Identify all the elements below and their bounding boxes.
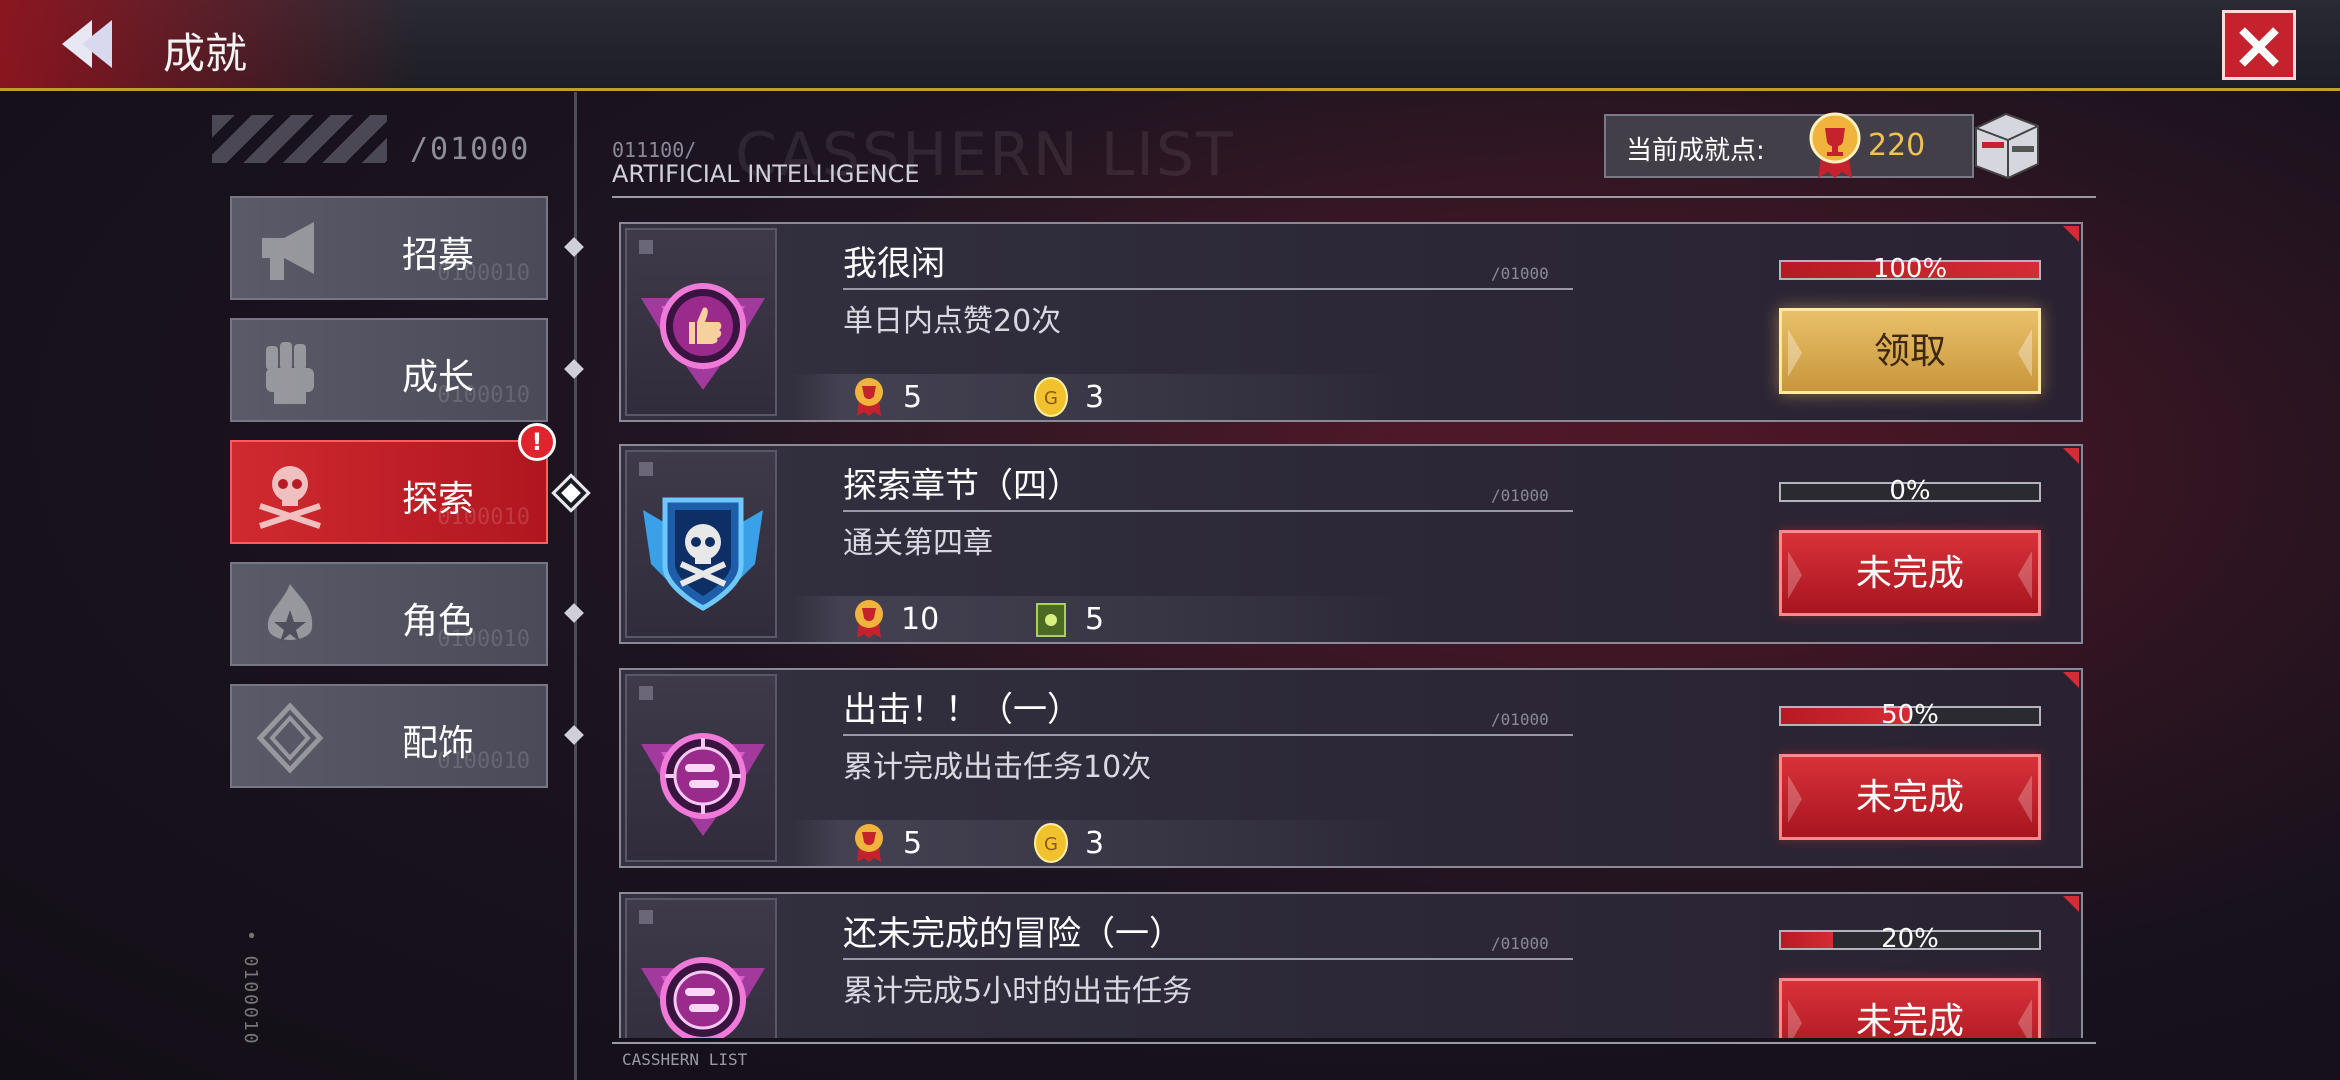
progress-text: 0% bbox=[1889, 476, 1931, 506]
skull-shield-badge-icon bbox=[643, 497, 763, 611]
achievement-card: 探索章节（四） /01000 通关第四章 10 5 0% 未完成 bbox=[619, 444, 2083, 644]
title-underline bbox=[843, 734, 1573, 736]
card-corner bbox=[2063, 448, 2079, 464]
achievement-title: 我很闲 bbox=[843, 244, 945, 284]
bullets-badge-icon bbox=[641, 733, 765, 836]
achievement-card: 还未完成的冒险（一） /01000 累计完成5小时的出击任务 20% 未完成 bbox=[619, 892, 2083, 1038]
achievement-title: 探索章节（四） bbox=[843, 466, 1081, 506]
achievement-description: 单日内点赞20次 bbox=[843, 304, 1062, 339]
reward-value: 5 bbox=[1085, 602, 1105, 637]
card-corner bbox=[2063, 226, 2079, 242]
incomplete-button[interactable]: 未完成 bbox=[1779, 754, 2041, 840]
achievement-card: 我很闲 /01000 单日内点赞20次 5 G 3 100% 领取 bbox=[619, 222, 2083, 422]
progress-text: 100% bbox=[1872, 254, 1948, 284]
achievement-title: 出击！！（一） bbox=[843, 690, 1081, 730]
achievement-description: 通关第四章 bbox=[843, 526, 993, 561]
reward-value: 3 bbox=[1085, 380, 1105, 415]
svg-text:G: G bbox=[1044, 388, 1058, 409]
achievement-code: /01000 bbox=[1491, 934, 1549, 953]
list-footer-divider bbox=[612, 1042, 2096, 1044]
icon-box-marker bbox=[639, 462, 653, 476]
reward-value: 10 bbox=[901, 602, 940, 637]
title-underline bbox=[843, 288, 1573, 290]
achievement-icon-box bbox=[625, 674, 777, 862]
achievement-code: /01000 bbox=[1491, 486, 1549, 505]
achievement-icon-box bbox=[625, 898, 777, 1038]
trophy-medal-icon bbox=[855, 600, 883, 638]
incomplete-button[interactable]: 未完成 bbox=[1779, 978, 2041, 1038]
incomplete-button[interactable]: 未完成 bbox=[1779, 530, 2041, 616]
achievement-code: /01000 bbox=[1491, 710, 1549, 729]
title-underline bbox=[843, 958, 1573, 960]
list-footer-label: CASSHERN LIST bbox=[622, 1050, 748, 1069]
icon-box-marker bbox=[639, 686, 653, 700]
thumbs-up-badge-icon bbox=[641, 283, 765, 390]
card-corner bbox=[2063, 672, 2079, 688]
achievement-code: /01000 bbox=[1491, 264, 1549, 283]
achievement-card: 出击！！（一） /01000 累计完成出击任务10次 5 G 3 50% 未完成 bbox=[619, 668, 2083, 868]
achievement-list[interactable]: 我很闲 /01000 单日内点赞20次 5 G 3 100% 领取 探索章节（四… bbox=[0, 0, 2340, 1038]
claim-button[interactable]: 领取 bbox=[1779, 308, 2041, 394]
title-underline bbox=[843, 510, 1573, 512]
svg-text:G: G bbox=[1044, 834, 1058, 855]
trophy-medal-icon bbox=[855, 824, 883, 862]
achievement-icon-box bbox=[625, 228, 777, 416]
achievement-description: 累计完成出击任务10次 bbox=[843, 750, 1152, 785]
progress-text: 50% bbox=[1881, 700, 1939, 730]
icon-box-marker bbox=[639, 240, 653, 254]
ammo-box-icon bbox=[1036, 603, 1066, 637]
reward-value: 3 bbox=[1085, 826, 1105, 861]
card-corner bbox=[2063, 896, 2079, 912]
icon-box-marker bbox=[639, 910, 653, 924]
achievement-description: 累计完成5小时的出击任务 bbox=[843, 974, 1193, 1009]
bullets-badge-icon bbox=[641, 957, 765, 1038]
achievement-icon-box bbox=[625, 450, 777, 638]
reward-value: 5 bbox=[903, 380, 923, 415]
achievement-title: 还未完成的冒险（一） bbox=[843, 914, 1183, 954]
trophy-medal-icon bbox=[855, 378, 883, 416]
gold-coin-icon: G bbox=[1034, 823, 1068, 863]
gold-coin-icon: G bbox=[1034, 377, 1068, 417]
reward-value: 5 bbox=[903, 826, 923, 861]
progress-text: 20% bbox=[1881, 924, 1939, 954]
